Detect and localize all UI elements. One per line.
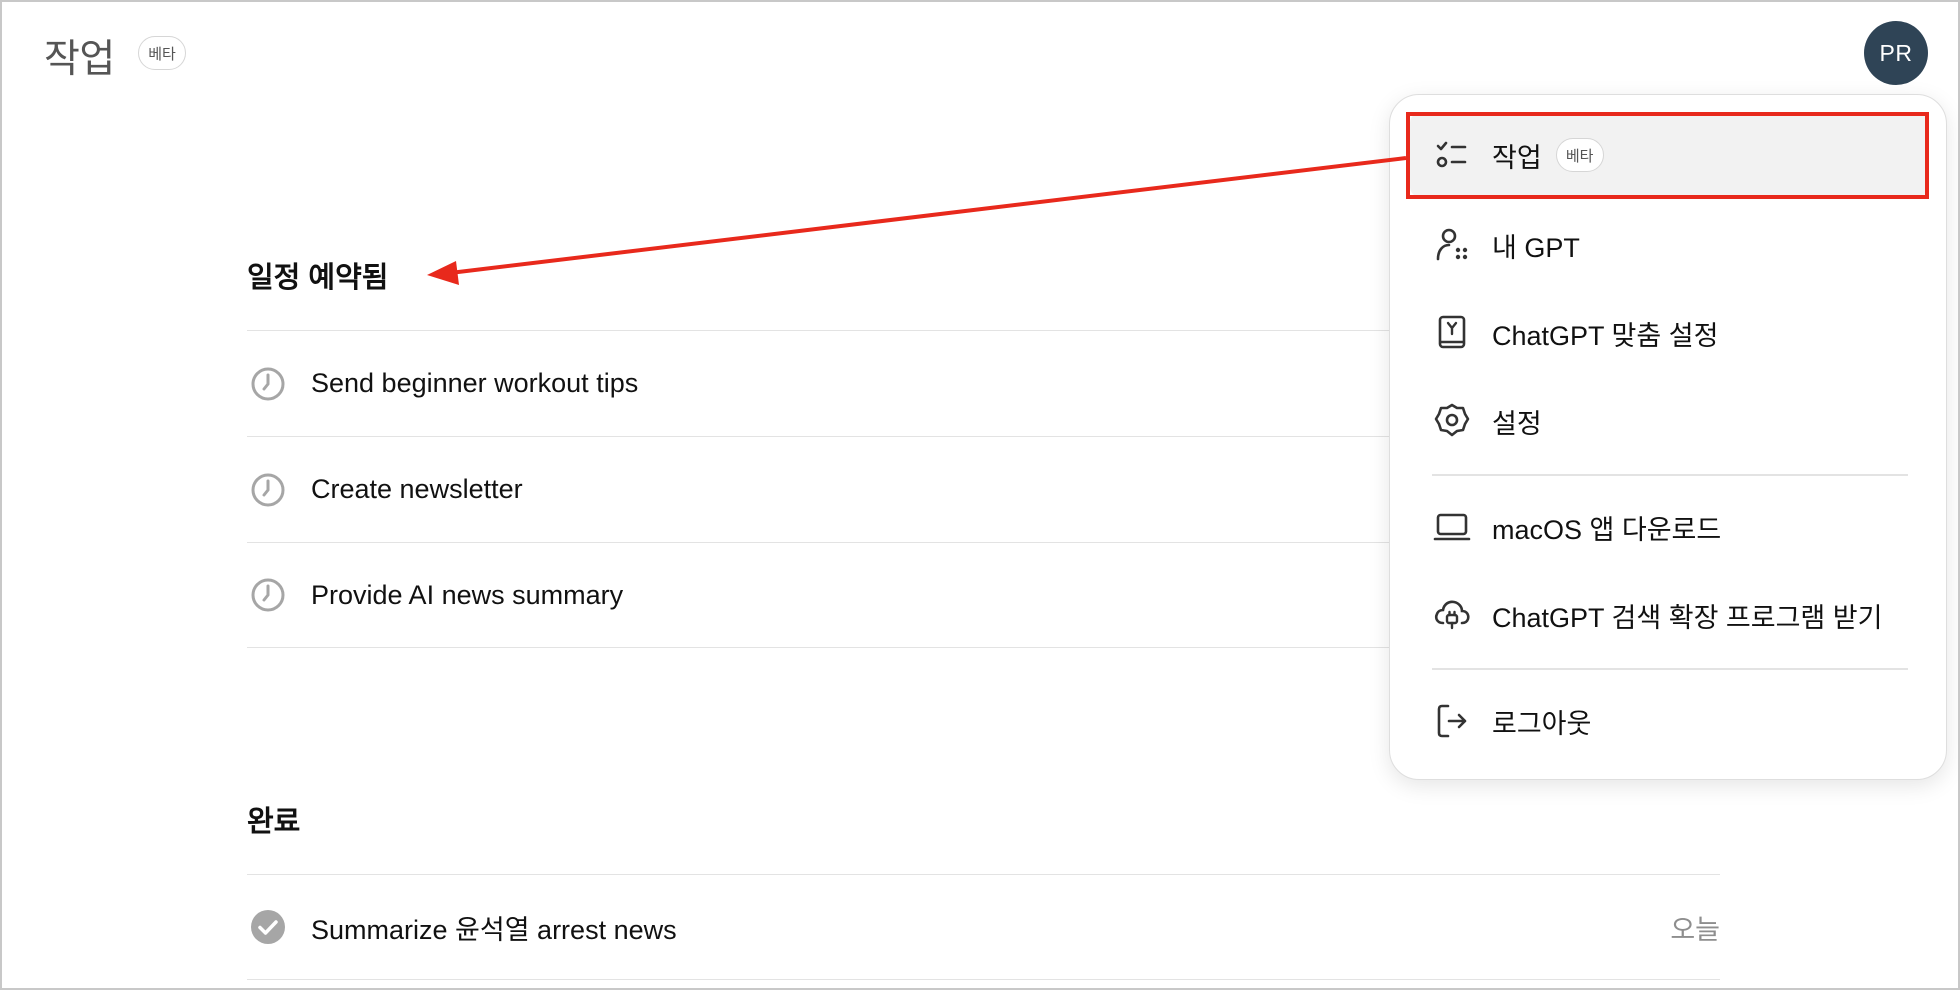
beta-badge: 베타 xyxy=(138,36,186,70)
customize-icon xyxy=(1438,315,1466,349)
completed-heading: 완료 xyxy=(247,806,301,838)
task-title: Send beginner workout tips xyxy=(311,368,639,398)
menu-item-tasks[interactable]: 작업 베타 xyxy=(1410,113,1928,197)
menu-item-label: 로그아웃 xyxy=(1492,708,1592,739)
task-title: Create newsletter xyxy=(311,474,523,504)
menu-item-search-extension[interactable]: ChatGPT 검색 확장 프로그램 받기 xyxy=(1410,573,1928,657)
menu-item-logout[interactable]: 로그아웃 xyxy=(1410,679,1928,763)
menu-item-label: 작업 xyxy=(1492,142,1542,173)
menu-item-label: macOS 앱 다운로드 xyxy=(1492,514,1722,545)
menu-item-settings[interactable]: 설정 xyxy=(1410,379,1928,463)
check-circle-icon xyxy=(251,910,285,944)
clock-icon xyxy=(251,578,285,612)
scheduled-heading: 일정 예약됨 xyxy=(247,262,389,294)
menu-item-label: ChatGPT 검색 확장 프로그램 받기 xyxy=(1492,602,1883,633)
menu-item-download-macos[interactable]: macOS 앱 다운로드 xyxy=(1410,485,1928,569)
avatar[interactable]: PR xyxy=(1864,21,1928,85)
task-row[interactable]: Summarize 윤석열 arrest news 오늘 xyxy=(247,874,1720,980)
task-date: 오늘 xyxy=(1670,914,1720,945)
account-menu: 작업 베타 내 GPT ChatGPT 맞춤 설정 설정 macOS 앱 다운로… xyxy=(1389,94,1947,780)
menu-item-label: ChatGPT 맞춤 설정 xyxy=(1492,320,1719,351)
task-title: Provide AI news summary xyxy=(311,579,624,610)
gear-icon xyxy=(1434,403,1470,437)
laptop-icon xyxy=(1433,513,1471,541)
menu-divider xyxy=(1432,668,1908,670)
task-title: Summarize 윤석열 arrest news xyxy=(311,914,677,945)
menu-item-my-gpts[interactable]: 내 GPT xyxy=(1410,203,1928,287)
page-title: 작업 xyxy=(44,38,115,81)
clock-icon xyxy=(251,473,285,506)
logout-icon xyxy=(1437,704,1467,738)
extension-icon xyxy=(1434,600,1470,630)
my-gpts-icon xyxy=(1436,228,1468,261)
tasks-icon xyxy=(1436,141,1467,168)
menu-item-customize[interactable]: ChatGPT 맞춤 설정 xyxy=(1410,291,1928,375)
menu-divider xyxy=(1432,474,1908,476)
menu-item-label: 설정 xyxy=(1492,408,1542,439)
menu-item-label: 내 GPT xyxy=(1492,232,1580,263)
app-frame: 작업 베타 PR 일정 예약됨 Send beginner workout ti… xyxy=(0,0,1960,990)
beta-badge: 베타 xyxy=(1555,138,1604,172)
clock-icon xyxy=(251,367,285,400)
